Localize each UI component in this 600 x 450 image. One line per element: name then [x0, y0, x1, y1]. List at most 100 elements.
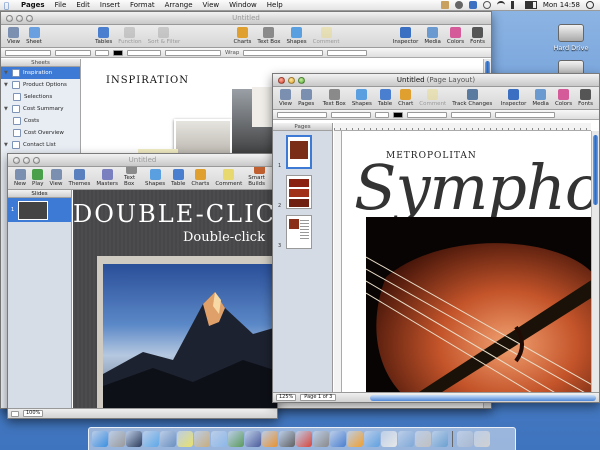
toolbar-play-button[interactable]: Play: [29, 169, 46, 187]
address-book-icon[interactable]: [194, 431, 210, 447]
preview-icon[interactable]: [364, 431, 380, 447]
menu-view[interactable]: View: [198, 1, 225, 9]
heading-small[interactable]: METROPOLITAN: [386, 151, 477, 161]
toolbar-view-button[interactable]: View: [4, 27, 23, 45]
vertical-ruler[interactable]: [334, 131, 342, 392]
toolbar-fonts-button[interactable]: Fonts: [575, 89, 596, 107]
toolbar-new-slide-button[interactable]: New: [11, 169, 29, 187]
iphoto-icon[interactable]: [228, 431, 244, 447]
minimize-button[interactable]: [23, 157, 30, 164]
toolbar-sort-filter-button[interactable]: Sort & Filter: [145, 27, 184, 45]
help-icon[interactable]: [109, 431, 125, 447]
heading-large[interactable]: Sympho: [354, 151, 591, 224]
table-controls[interactable]: [243, 49, 324, 56]
align-controls[interactable]: [407, 111, 447, 118]
close-button[interactable]: [13, 157, 20, 164]
minimize-button[interactable]: [288, 77, 295, 84]
menu-help[interactable]: Help: [262, 1, 288, 9]
horizontal-ruler[interactable]: [334, 123, 591, 131]
battery-icon[interactable]: [524, 1, 537, 9]
close-button[interactable]: [6, 15, 13, 22]
disclosure-triangle-icon[interactable]: ▼: [4, 142, 9, 148]
keynote-icon[interactable]: [330, 431, 346, 447]
sherlock-icon[interactable]: [415, 431, 431, 447]
zoom-button[interactable]: [298, 77, 305, 84]
time-machine-icon[interactable]: [482, 1, 491, 9]
add-button[interactable]: [11, 410, 19, 417]
zoom-select[interactable]: 125%: [276, 394, 297, 401]
pages-window-titlebar[interactable]: Untitled: [1, 12, 491, 25]
close-button[interactable]: [278, 77, 285, 84]
page-status[interactable]: Page 1 of 3: [300, 394, 337, 401]
toolbar-text-box-button[interactable]: Text Box: [254, 27, 283, 45]
menu-edit[interactable]: Edit: [71, 1, 95, 9]
wifi-icon[interactable]: [496, 1, 505, 9]
color-well[interactable]: [113, 49, 123, 56]
toolbar-sheet-button[interactable]: Sheet: [23, 27, 45, 45]
fill-controls[interactable]: [327, 49, 368, 56]
volume-icon[interactable]: [510, 1, 519, 9]
slide-title[interactable]: DOUBLE-CLIC: [73, 200, 276, 228]
garageband-icon[interactable]: [262, 431, 278, 447]
fixture-photo[interactable]: [252, 87, 272, 127]
sheet-item[interactable]: ▼ Contact List: [1, 139, 80, 151]
zoom-button[interactable]: [33, 157, 40, 164]
system-preferences-icon[interactable]: [313, 431, 329, 447]
toolbar-text-box-button[interactable]: Text Box: [320, 89, 349, 107]
font-select[interactable]: [331, 111, 371, 118]
toolbar-colors-button[interactable]: Colors: [444, 27, 467, 45]
bluetooth-icon[interactable]: [468, 1, 477, 9]
layout-window-titlebar[interactable]: Untitled (Page Layout): [273, 74, 599, 87]
downloads-icon[interactable]: [457, 431, 473, 447]
textedit-icon[interactable]: [381, 431, 397, 447]
itunes-icon[interactable]: [211, 431, 227, 447]
menu-file[interactable]: File: [50, 1, 72, 9]
slide-row[interactable]: 1: [8, 198, 71, 222]
mail-icon[interactable]: [160, 431, 176, 447]
toolbar-comment-button[interactable]: Comment: [416, 89, 449, 107]
menu-clock[interactable]: Mon 14:58: [543, 1, 580, 9]
page-thumbnail-2[interactable]: [286, 175, 312, 209]
align-controls[interactable]: [127, 49, 161, 56]
slide-canvas[interactable]: DOUBLE-CLIC Double-click: [73, 190, 277, 408]
size-select[interactable]: [95, 49, 109, 56]
page-thumbnail-3[interactable]: [286, 215, 312, 249]
apple-menu-icon[interactable]: : [4, 1, 16, 10]
toolbar-pages-button[interactable]: Pages: [295, 89, 317, 107]
menu-app-name[interactable]: Pages: [16, 1, 50, 9]
network-icon[interactable]: [432, 431, 448, 447]
sheet-item[interactable]: Cost Overview: [1, 127, 80, 139]
violin-photo[interactable]: [366, 217, 591, 392]
toolbar-charts-button[interactable]: Charts: [188, 169, 212, 187]
toolbar-view-button[interactable]: View: [276, 89, 295, 107]
toolbar-inspector-button[interactable]: Inspector: [498, 89, 530, 107]
folder-icon[interactable]: [398, 431, 414, 447]
toolbar-inspector-button[interactable]: Inspector: [390, 27, 422, 45]
toolbar-shapes-button[interactable]: Shapes: [349, 89, 375, 107]
list-controls[interactable]: [495, 111, 555, 118]
toolbar-colors-button[interactable]: Colors: [552, 89, 575, 107]
sheet-item[interactable]: Selections: [1, 91, 80, 103]
font-select[interactable]: [55, 49, 91, 56]
sheet-item[interactable]: Costs: [1, 115, 80, 127]
toolbar-fonts-button[interactable]: Fonts: [467, 27, 488, 45]
toolbar-table-button[interactable]: Table: [168, 169, 188, 187]
safari-icon[interactable]: [143, 431, 159, 447]
menu-window[interactable]: Window: [224, 1, 262, 9]
page-thumbnail-1[interactable]: [286, 135, 312, 169]
ichat-icon[interactable]: [177, 431, 193, 447]
trash-icon[interactable]: [474, 431, 490, 447]
keynote-window-titlebar[interactable]: Untitled: [8, 154, 277, 167]
toolbar-masters-button[interactable]: Masters: [93, 169, 121, 187]
desktop-hard-drive[interactable]: Hard Drive: [546, 24, 596, 52]
sheet-item[interactable]: ▼ Product Options: [1, 79, 80, 91]
toolbar-media-button[interactable]: Media: [529, 89, 552, 107]
user-icon[interactable]: [440, 1, 449, 9]
toolbar-table-button[interactable]: Table: [375, 89, 395, 107]
photo-frame[interactable]: [97, 256, 277, 408]
layout-document-canvas[interactable]: Sympho METROPOLITAN: [342, 131, 591, 392]
horizontal-scrollbar[interactable]: [370, 394, 596, 401]
sheet-item[interactable]: ▼ Cost Summary: [1, 103, 80, 115]
sheet-item[interactable]: ▼ Inspiration: [1, 67, 80, 79]
toolbar-shapes-button[interactable]: Shapes: [142, 169, 168, 187]
